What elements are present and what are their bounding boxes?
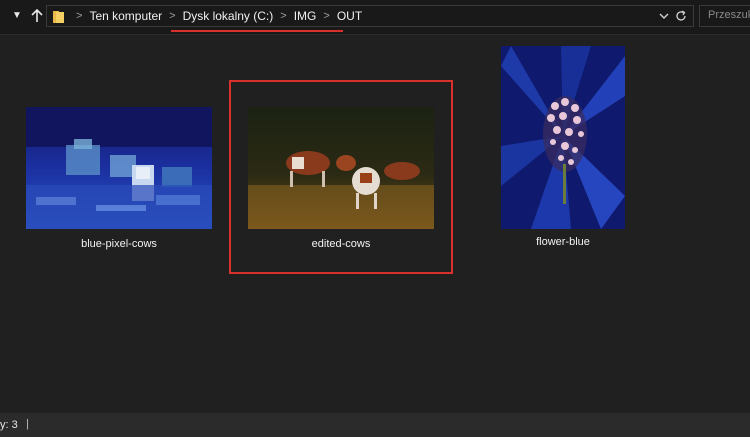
address-bar[interactable]: > Ten komputer > Dysk lokalny (C:) > IMG…: [46, 5, 694, 27]
thumbnail-flower-blue: [501, 46, 625, 229]
breadcrumb-separator: >: [169, 10, 176, 22]
breadcrumb-highlight-underline: [171, 30, 343, 32]
breadcrumb: > Ten komputer > Dysk lokalny (C:) > IMG…: [69, 6, 362, 26]
item-count: y: 3: [0, 419, 18, 431]
breadcrumb-item-local-disk[interactable]: Dysk lokalny (C:): [183, 9, 274, 23]
search-input[interactable]: Przeszuk: [699, 5, 750, 27]
breadcrumb-item-out[interactable]: OUT: [337, 9, 362, 23]
file-explorer-window: ▼ > Ten komputer > Dysk lokalny (C:) > I…: [0, 0, 750, 437]
breadcrumb-separator: >: [323, 10, 330, 22]
address-toolbar: ▼ > Ten komputer > Dysk lokalny (C:) > I…: [0, 0, 750, 35]
file-item-flower-blue[interactable]: flower-blue: [501, 46, 625, 253]
file-item-blue-pixel-cows[interactable]: blue-pixel-cows: [26, 107, 212, 253]
breadcrumb-separator: >: [280, 10, 287, 22]
refresh-icon[interactable]: [673, 7, 689, 25]
search-placeholder: Przeszuk: [708, 9, 750, 21]
breadcrumb-separator: >: [76, 10, 83, 22]
status-separator: |: [26, 418, 29, 430]
file-name: flower-blue: [536, 236, 590, 248]
selection-highlight-frame: [229, 80, 453, 274]
up-arrow-icon[interactable]: [28, 6, 46, 26]
folder-icon: [53, 10, 64, 23]
breadcrumb-item-this-pc[interactable]: Ten komputer: [89, 9, 162, 23]
address-history-chevron-down-icon[interactable]: [657, 7, 671, 25]
status-bar: y: 3 |: [0, 413, 750, 437]
breadcrumb-item-img[interactable]: IMG: [294, 9, 317, 23]
recent-locations-chevron-down-icon[interactable]: ▼: [8, 6, 26, 26]
file-name: blue-pixel-cows: [81, 238, 157, 250]
thumbnail-blue-pixel-cows: [26, 107, 212, 229]
